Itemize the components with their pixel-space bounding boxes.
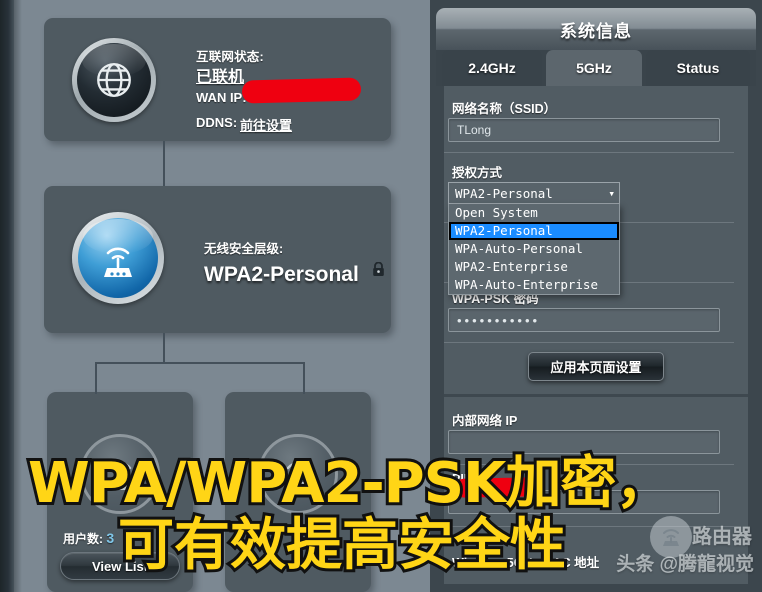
lan-ip-label: 内部网络 IP [452,414,518,428]
clients-count: 用户数: 3 [63,530,114,547]
wireless-security-panel[interactable]: 无线安全层级: WPA2-Personal [44,186,391,333]
window-left-edge-shadow [14,0,22,592]
ssid-input[interactable]: TLong [448,118,720,142]
band-tabs: 2.4GHz 5GHz Status [436,50,756,86]
system-information-header: 系统信息 [436,8,756,50]
auth-option-wpa2-enterprise[interactable]: WPA2-Enterprise [449,258,619,276]
globe-icon [72,38,156,122]
connector-line [163,333,165,363]
ddns-label: DDNS: [196,115,238,130]
watermark-toutiao: 头条 @腾龍视觉 [616,554,754,575]
security-level-label: 无线安全层级: [204,242,284,256]
divider [444,152,734,153]
ssid-label: 网络名称（SSID） [452,102,557,116]
connector-line [95,362,97,394]
tab-5ghz[interactable]: 5GHz [546,50,642,86]
auth-method-option-list[interactable]: Open System WPA2-Personal WPA-Auto-Perso… [448,204,620,295]
connector-line [163,141,165,186]
auth-method-selected-value: WPA2-Personal [455,185,553,201]
clients-count-value: 3 [106,530,115,546]
psk-password-input[interactable]: ••••••••••• [448,308,720,332]
psk-password-value: ••••••••••• [457,312,541,328]
caption-line-2: 可有效提高安全性 [115,510,569,581]
apply-settings-button[interactable]: 应用本页面设置 [528,352,664,381]
wan-ip-label: WAN IP: [196,90,247,105]
connector-line [95,362,305,364]
auth-option-wpa-auto-personal[interactable]: WPA-Auto-Personal [449,240,619,258]
window-left-edge [0,0,14,592]
tab-status[interactable]: Status [646,50,750,86]
internet-status-value: 已联机 [196,69,245,86]
clients-count-label: 用户数: [63,532,103,546]
chevron-down-icon: ▾ [608,186,615,200]
watermark-router: 路由器 [692,526,752,548]
ddns-setup-link[interactable]: 前往设置 [240,115,292,134]
tab-2-4ghz[interactable]: 2.4GHz [442,50,542,86]
lock-icon [372,259,385,283]
connector-line [303,362,305,394]
auth-method-label: 授权方式 [452,166,503,180]
page-title: 系统信息 [560,21,632,41]
auth-option-open-system[interactable]: Open System [449,204,619,222]
auth-option-wpa-auto-enterprise[interactable]: WPA-Auto-Enterprise [449,276,619,294]
security-level-value: WPA2-Personal [204,259,385,287]
auth-method-select[interactable]: WPA2-Personal ▾ [448,182,620,204]
security-level-text: WPA2-Personal [204,263,359,286]
section-divider [444,394,748,397]
router-icon [72,212,164,304]
redaction-wan-ip [241,77,362,104]
auth-option-wpa2-personal[interactable]: WPA2-Personal [449,222,619,240]
divider [444,342,734,343]
